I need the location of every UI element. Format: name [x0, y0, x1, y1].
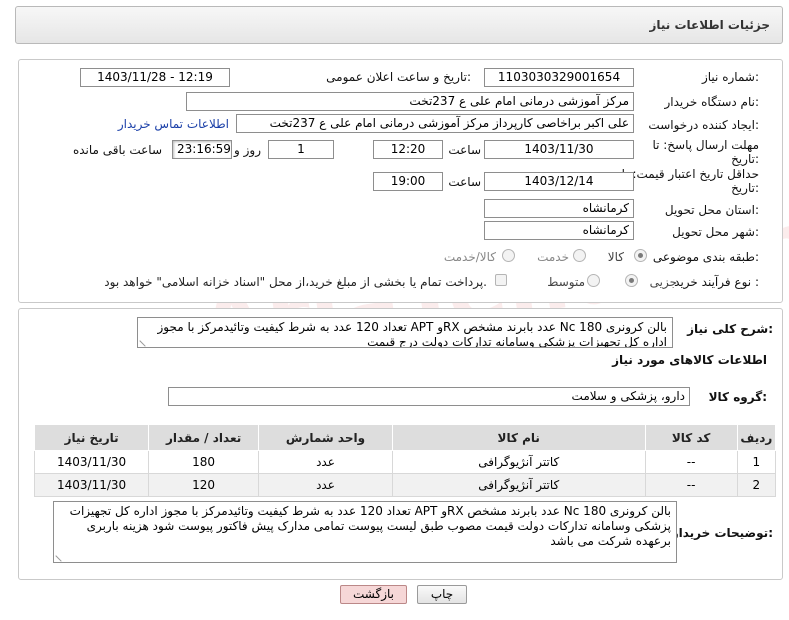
- cell-item-name: کاتتر آنژیوگرافی: [391, 450, 646, 474]
- cell-need-date: 1403/11/30: [33, 473, 150, 497]
- back-button[interactable]: بازگشت: [340, 585, 407, 604]
- remaining-time-field: 23:16:59: [172, 140, 232, 159]
- buyer-org-field[interactable]: مرکز آموزشی درمانی امام علی ع 237تخت: [186, 92, 634, 111]
- process-radio-minor[interactable]: [625, 274, 638, 287]
- process-radio-medium[interactable]: [587, 274, 600, 287]
- buyer-notes-label: توضیحات خریدار:: [671, 526, 773, 540]
- requester-label: ایجاد کننده درخواست:: [648, 118, 759, 132]
- cell-quantity: 120: [148, 473, 260, 497]
- col-row-number: ردیف: [736, 424, 777, 451]
- category-option-goods: کالا: [607, 250, 624, 264]
- category-option-goods-service: کالا/خدمت: [443, 250, 496, 264]
- province-field[interactable]: کرمانشاه: [484, 199, 634, 218]
- buyer-notes-textarea[interactable]: بالن کرونری Nc 180 عدد بابرند مشخص RXو A…: [53, 501, 677, 563]
- need-number-label: شماره نیاز:: [701, 70, 759, 84]
- col-quantity: تعداد / مقدار: [148, 424, 260, 451]
- cell-row-number: 2: [736, 473, 777, 497]
- col-need-date: تاریخ نیاز: [33, 424, 150, 451]
- price-validity-date-label: تاریخ:: [731, 181, 759, 195]
- city-field[interactable]: کرمانشاه: [484, 221, 634, 240]
- description-textarea[interactable]: بالن کرونری Nc 180 عدد بابرند مشخص RXو A…: [137, 317, 673, 348]
- table-header-row: ردیف کد کالا نام کالا واحد شمارش تعداد /…: [33, 424, 777, 451]
- price-validity-date-field[interactable]: 1403/12/14: [484, 172, 634, 191]
- cell-quantity: 180: [148, 450, 260, 474]
- description-label: شرح کلی نیاز:: [687, 322, 773, 336]
- days-field[interactable]: 1: [268, 140, 334, 159]
- resize-grip-icon[interactable]: [139, 335, 151, 347]
- buyer-notes-text: بالن کرونری Nc 180 عدد بابرند مشخص RXو A…: [69, 504, 671, 548]
- announce-datetime-label: تاریخ و ساعت اعلان عمومی:: [326, 70, 471, 84]
- cell-row-number: 1: [736, 450, 777, 474]
- cell-item-code: --: [644, 473, 738, 497]
- cell-item-name: کاتتر آنژیوگرافی: [391, 473, 646, 497]
- table-row: 1 -- کاتتر آنژیوگرافی عدد 180 1403/11/30: [33, 450, 777, 474]
- treasury-payment-checkbox[interactable]: [495, 274, 507, 286]
- reply-deadline-date-label: تاریخ:: [731, 152, 759, 166]
- buyer-org-label: نام دستگاه خریدار:: [664, 95, 760, 109]
- days-label: روز و: [234, 143, 261, 157]
- category-radio-service[interactable]: [573, 249, 586, 262]
- reply-date-field[interactable]: 1403/11/30: [484, 140, 634, 159]
- cell-item-code: --: [644, 450, 738, 474]
- process-option-medium: متوسط: [547, 275, 585, 289]
- cell-unit: عدد: [258, 450, 393, 474]
- buyer-contact-link[interactable]: اطلاعات تماس خریدار: [118, 117, 229, 131]
- goods-section-title: اطلاعات کالاهای مورد نیاز: [612, 353, 767, 367]
- category-radio-goods[interactable]: [634, 249, 647, 262]
- page-header: جزئیات اطلاعات نیاز: [15, 6, 783, 44]
- need-number-field[interactable]: 1103030329001654: [484, 68, 634, 87]
- reply-deadline-label: مهلت ارسال پاسخ: تا: [652, 138, 759, 152]
- reply-time-field[interactable]: 12:20: [373, 140, 443, 159]
- print-button[interactable]: چاپ: [417, 585, 467, 604]
- goods-group-label: گروه کالا:: [708, 390, 767, 404]
- page-title: جزئیات اطلاعات نیاز: [649, 18, 770, 32]
- city-label: شهر محل تحویل:: [672, 225, 759, 239]
- col-item-code: کد کالا: [644, 424, 738, 451]
- goods-group-field[interactable]: دارو، پزشکی و سلامت: [168, 387, 690, 406]
- price-validity-time-field[interactable]: 19:00: [373, 172, 443, 191]
- announce-datetime-field[interactable]: 1403/11/28 - 12:19: [80, 68, 230, 87]
- process-label: نوع فرآیند خرید :: [674, 275, 759, 289]
- resize-grip-icon[interactable]: [55, 550, 67, 562]
- reply-time-label: ساعت: [448, 143, 481, 157]
- cell-need-date: 1403/11/30: [33, 450, 150, 474]
- goods-table: ردیف کد کالا نام کالا واحد شمارش تعداد /…: [33, 424, 777, 497]
- price-validity-label: حداقل تاریخ اعتبار قیمت: تا: [621, 167, 759, 181]
- province-label: استان محل تحویل:: [664, 203, 759, 217]
- category-label: طبقه بندی موضوعی:: [652, 250, 759, 264]
- cell-unit: عدد: [258, 473, 393, 497]
- col-unit: واحد شمارش: [258, 424, 393, 451]
- treasury-payment-note: پرداخت تمام یا بخشی از مبلغ خرید،از محل …: [104, 275, 487, 289]
- category-option-service: خدمت: [537, 250, 569, 264]
- table-row: 2 -- کاتتر آنژیوگرافی عدد 120 1403/11/30: [33, 473, 777, 497]
- remaining-time-label: ساعت باقی مانده: [72, 143, 162, 157]
- process-option-minor: جزیی: [649, 275, 677, 289]
- requester-field[interactable]: علی اکبر براخاصی کارپرداز مرکز آموزشی در…: [236, 114, 634, 133]
- description-text: بالن کرونری Nc 180 عدد بابرند مشخص RXو A…: [157, 320, 667, 348]
- price-validity-time-label: ساعت: [448, 175, 481, 189]
- category-radio-goods-service[interactable]: [502, 249, 515, 262]
- col-item-name: نام کالا: [391, 424, 646, 451]
